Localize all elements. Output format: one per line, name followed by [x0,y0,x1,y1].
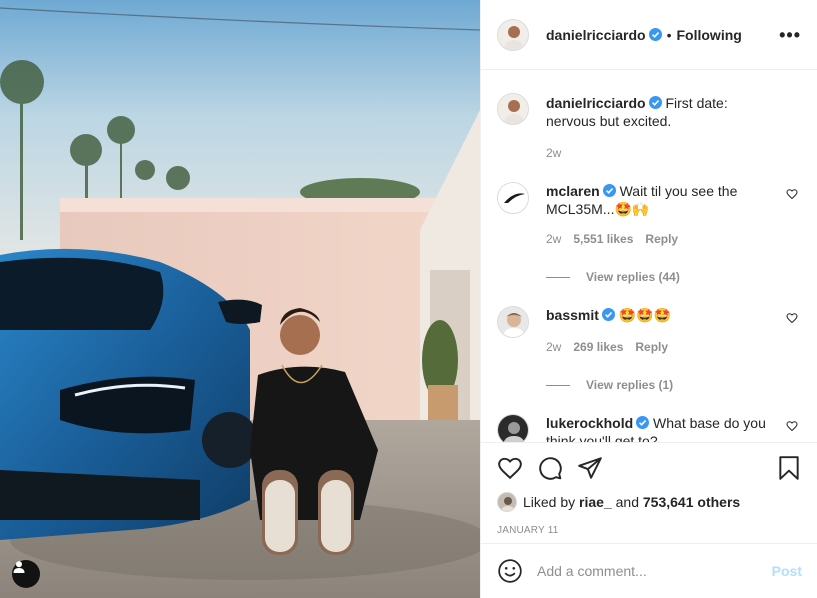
author-avatar[interactable] [497,93,529,125]
caption-meta: 2w [546,144,778,162]
comment-likes[interactable]: 5,551 likes [573,230,633,248]
heart-icon[interactable] [497,455,523,481]
comment-body: mclaren Wait til you see the MCL35M...🤩🙌… [546,182,802,248]
view-replies-label: View replies (44) [586,270,680,284]
post-header: danielricciardo • Following ••• [481,0,817,70]
user-tag-button[interactable] [12,560,40,588]
commenter-avatar[interactable] [497,306,529,338]
author-username[interactable]: danielricciardo [546,27,646,43]
likes-summary: Liked by riae_ and 753,641 others [497,491,802,513]
comment-age[interactable]: 2w [546,230,561,248]
avatar-image [498,415,528,442]
comment-icon[interactable] [537,455,563,481]
view-replies-button[interactable]: View replies (44) [546,270,802,284]
post-date[interactable]: JANUARY 11 [497,525,802,536]
comment-age[interactable]: 2w [546,338,561,356]
action-bar [497,443,802,491]
author-avatar[interactable] [497,18,529,51]
comment-body: lukerockhold What base do you think you'… [546,414,802,442]
avatar-image [498,307,528,337]
comment-item: bassmit 🤩🤩🤩 2w 269 likes Reply [497,306,802,356]
comment-heart-icon[interactable] [786,312,798,324]
comment-username[interactable]: bassmit [546,307,599,323]
commenter-avatar[interactable] [497,414,529,442]
comment-body: bassmit 🤩🤩🤩 2w 269 likes Reply [546,306,802,356]
header-separator: • [666,26,672,43]
replies-line [546,384,570,386]
bookmark-icon[interactable] [776,455,802,481]
reply-button[interactable]: Reply [645,230,678,248]
post-comment-button[interactable]: Post [772,563,802,579]
caption-body: danielricciardo First date: nervous but … [546,93,802,162]
reply-button[interactable]: Reply [635,338,668,356]
smiley-icon[interactable] [497,558,523,584]
comment-username[interactable]: lukerockhold [546,415,633,431]
person-icon [13,561,25,573]
add-comment-bar: Post [481,543,817,598]
comment-item: mclaren Wait til you see the MCL35M...🤩🙌… [497,182,802,248]
view-replies-label: View replies (1) [586,378,674,392]
comment-heart-icon[interactable] [786,188,798,200]
paper-plane-icon[interactable] [577,455,603,481]
caption-username[interactable]: danielricciardo [546,95,646,111]
mclaren-logo-icon [498,183,528,213]
comment-input[interactable] [537,563,772,579]
verified-badge-icon [601,308,615,321]
caption-age[interactable]: 2w [546,144,561,162]
comment-meta: 2w 269 likes Reply [546,338,778,356]
avatar-image [498,493,516,511]
comment-username[interactable]: mclaren [546,183,600,199]
liker-username[interactable]: riae_ [579,494,612,510]
post-photo[interactable] [0,0,480,598]
comment-text: 🤩🤩🤩 [618,307,672,323]
comment-likes[interactable]: 269 likes [573,338,623,356]
likes-prefix: Liked by [523,494,576,510]
replies-line [546,276,570,278]
comment-heart-icon[interactable] [786,420,798,432]
verified-badge-icon [648,28,662,41]
caption: danielricciardo First date: nervous but … [497,93,802,162]
comments-list[interactable]: danielricciardo First date: nervous but … [481,71,817,442]
verified-badge-icon [648,96,662,109]
comment-meta: 2w 5,551 likes Reply [546,230,778,248]
verified-badge-icon [602,184,616,197]
likes-conjunction: and [615,494,639,510]
photo-illustration [0,0,480,598]
avatar-image [498,19,528,50]
ellipsis-icon[interactable]: ••• [779,26,801,44]
liker-avatar[interactable] [497,492,517,512]
post-panel: danielricciardo • Following ••• danielri… [480,0,817,598]
verified-badge-icon [636,416,650,429]
following-button[interactable]: Following [677,27,742,43]
comment-item: lukerockhold What base do you think you'… [497,414,802,442]
commenter-avatar[interactable] [497,182,529,214]
view-replies-button[interactable]: View replies (1) [546,378,802,392]
likes-others[interactable]: 753,641 others [643,494,740,510]
post-actions-section: Liked by riae_ and 753,641 others JANUAR… [481,442,817,536]
avatar-image [498,94,528,124]
